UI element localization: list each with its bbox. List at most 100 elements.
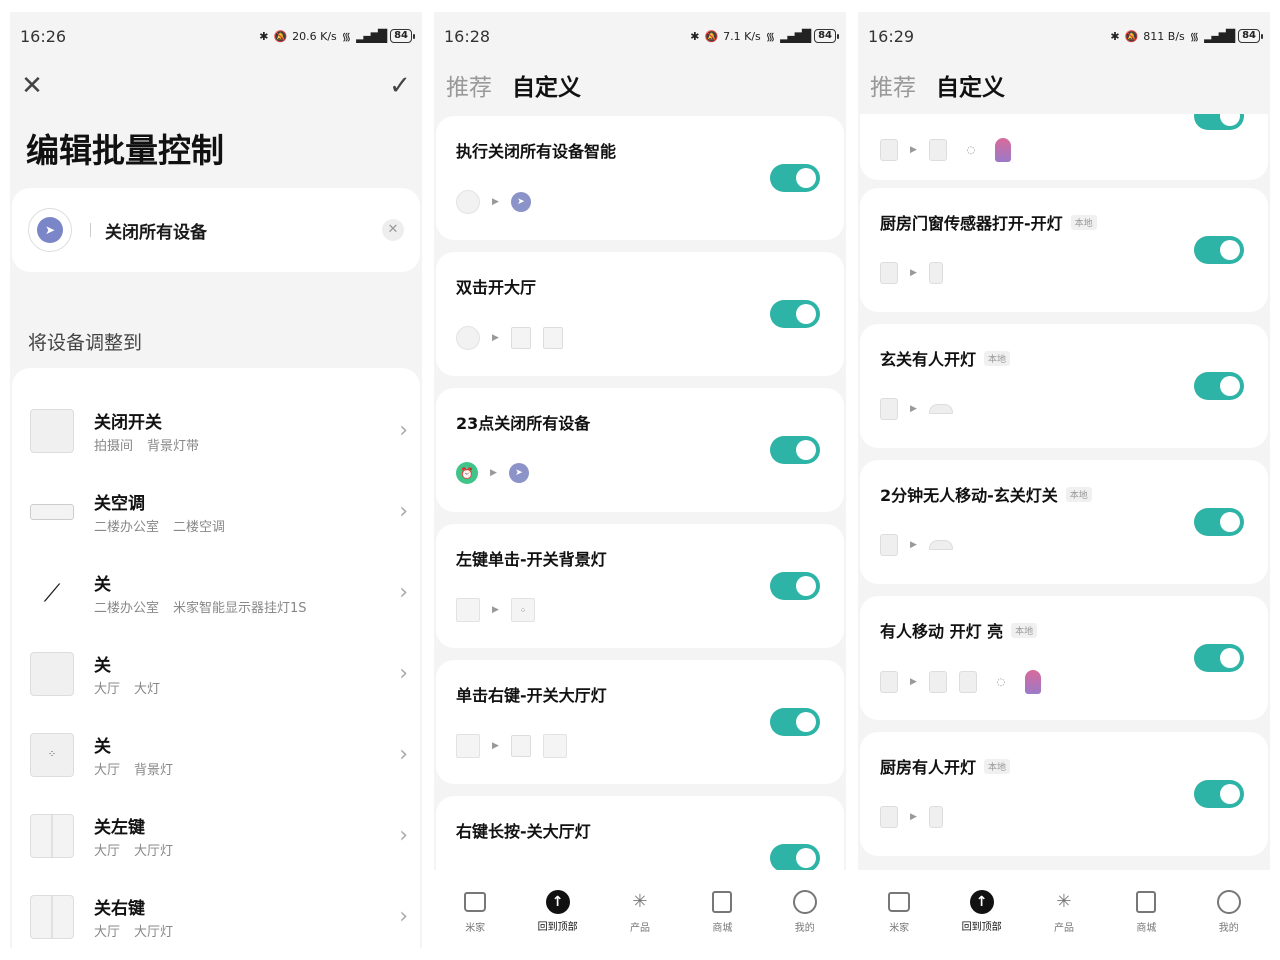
automation-toggle[interactable] xyxy=(1194,780,1244,808)
double-switch-icon xyxy=(30,813,74,858)
automation-toggle[interactable] xyxy=(1194,236,1244,264)
device-room: 大厅 xyxy=(94,681,121,697)
nav-profile[interactable]: 我的 xyxy=(770,889,840,934)
nav-label: 米家 xyxy=(465,922,486,934)
nav-store[interactable]: 商城 xyxy=(687,889,757,934)
nav-label: 我的 xyxy=(794,922,815,934)
monitor-lamp-icon: ⟋ xyxy=(43,578,61,607)
automation-title-text: 有人移动 开灯 亮 xyxy=(880,622,1004,641)
wifi-icon: ᯾ xyxy=(341,29,352,43)
nav-products[interactable]: ✳ 产品 xyxy=(605,889,675,934)
bulb-icon xyxy=(994,138,1011,162)
tab-bar: 推荐 自定义 xyxy=(870,68,1005,102)
net-speed: 7.1 K/s xyxy=(723,29,761,43)
device-name: 二楼空调 xyxy=(173,519,226,535)
profile-icon xyxy=(1216,889,1242,915)
tab-recommended[interactable]: 推荐 xyxy=(446,68,492,102)
automation-title-text: 厨房有人开灯 xyxy=(880,758,977,777)
scene-card[interactable]: ➤ 关闭所有设备 ✕ xyxy=(12,188,420,272)
switch-icon xyxy=(510,735,531,757)
tab-custom[interactable]: 自定义 xyxy=(936,68,1005,102)
chevron-right-icon: › xyxy=(399,823,408,848)
switch-icon xyxy=(928,671,947,693)
automation-card[interactable]: 单击右键-开关大厅灯 ▶ xyxy=(436,660,844,784)
device-row[interactable]: 关空调 二楼办公室 二楼空调 › xyxy=(12,471,420,552)
device-title: 关 xyxy=(94,574,111,595)
automation-flow: ▶ xyxy=(880,262,943,284)
sensor-icon: ◌ xyxy=(966,144,976,156)
scene-icon: ➤ xyxy=(508,463,529,483)
nav-home[interactable]: 米家 xyxy=(864,889,934,934)
close-icon[interactable]: ✕ xyxy=(18,72,46,100)
automation-toggle[interactable] xyxy=(770,708,820,736)
device-row[interactable]: ⁘ 关 大厅 背景灯 › xyxy=(12,714,420,795)
nav-back-to-top[interactable]: ↑ 回到顶部 xyxy=(947,889,1017,933)
arrow-icon: ▶ xyxy=(492,197,499,207)
air-conditioner-icon xyxy=(30,490,74,534)
device-name: 大厅灯 xyxy=(134,843,174,859)
automation-title: 左键单击-开关背景灯 xyxy=(456,550,607,569)
nav-products[interactable]: ✳ 产品 xyxy=(1029,889,1099,934)
divider xyxy=(90,223,91,237)
automation-card[interactable]: 2分钟无人移动-玄关灯关 本地 ▶ xyxy=(860,460,1268,584)
automation-toggle[interactable] xyxy=(770,300,820,328)
bottom-nav: 米家 ↑ 回到顶部 ✳ 产品 商城 我的 xyxy=(434,870,846,948)
battery-icon: 84 xyxy=(1238,29,1263,43)
automation-toggle[interactable] xyxy=(1194,644,1244,672)
arrow-icon: ▶ xyxy=(492,741,499,751)
automation-toggle[interactable] xyxy=(770,164,820,192)
socket-icon: ⁘ xyxy=(510,598,535,622)
automation-card[interactable]: 玄关有人开灯 本地 ▶ xyxy=(860,324,1268,448)
automation-card[interactable]: 执行关闭所有设备智能 ▶ ➤ xyxy=(436,116,844,240)
nav-home[interactable]: 米家 xyxy=(440,889,510,934)
wall-switch-icon xyxy=(30,651,74,696)
automation-card[interactable]: 23点关闭所有设备 ⏰ ▶ ➤ xyxy=(436,388,844,512)
ceiling-light-icon xyxy=(928,540,953,550)
section-label: 将设备调整到 xyxy=(28,332,143,354)
device-name: 大厅灯 xyxy=(134,924,174,940)
automation-card[interactable]: 左键单击-开关背景灯 ▶ ⁘ xyxy=(436,524,844,648)
automation-card[interactable]: 有人移动 开灯 亮本地 ▶ ◌ xyxy=(860,596,1268,720)
sparkle-icon: ✳ xyxy=(1056,891,1072,912)
local-badge: 本地 xyxy=(984,350,1011,366)
switch-icon xyxy=(542,734,567,758)
tab-recommended[interactable]: 推荐 xyxy=(870,68,916,102)
nav-store[interactable]: 商城 xyxy=(1111,889,1181,934)
nav-profile[interactable]: 我的 xyxy=(1194,889,1264,934)
check-icon[interactable]: ✓ xyxy=(384,70,416,102)
device-title: 关 xyxy=(94,655,111,676)
automation-toggle[interactable] xyxy=(1194,508,1244,536)
wifi-icon: ᯾ xyxy=(1189,29,1200,43)
tab-custom[interactable]: 自定义 xyxy=(512,68,581,102)
status-bar: 16:28 ✱ 🔕 7.1 K/s ᯾ ▂▄▆█ 84 xyxy=(434,24,846,48)
automation-title: 单击右键-开关大厅灯 xyxy=(456,686,607,705)
status-icons: ✱ 🔕 811 B/s ᯾ ▂▄▆█ 84 xyxy=(1110,29,1263,44)
device-row[interactable]: ⟋ 关 二楼办公室 米家智能显示器挂灯1S › xyxy=(12,552,420,633)
automation-toggle[interactable] xyxy=(1194,372,1244,400)
door-sensor-icon xyxy=(880,262,898,284)
automation-card[interactable]: 厨房门窗传感器打开-开灯 本地 ▶ xyxy=(860,188,1268,312)
automation-card[interactable]: 双击开大厅 ▶ xyxy=(436,252,844,376)
device-name: 米家智能显示器挂灯1S xyxy=(173,600,307,616)
nav-back-to-top[interactable]: ↑ 回到顶部 xyxy=(523,889,593,933)
automation-toggle[interactable] xyxy=(770,844,820,872)
device-row[interactable]: 关右键 大厅 大厅灯 › xyxy=(12,876,420,948)
arrow-icon: ▶ xyxy=(910,677,917,687)
signal-icon: ▂▄▆█ xyxy=(356,29,387,43)
chevron-right-icon: › xyxy=(399,904,408,929)
net-speed: 811 B/s xyxy=(1143,29,1185,43)
automation-card[interactable]: 厨房有人开灯 本地 ▶ xyxy=(860,732,1268,856)
automation-toggle[interactable] xyxy=(770,572,820,600)
clear-icon[interactable]: ✕ xyxy=(382,219,404,241)
automation-title: 2分钟无人移动-玄关灯关 本地 xyxy=(880,482,1092,506)
automation-toggle[interactable] xyxy=(1194,114,1244,130)
device-row[interactable]: 关 大厅 大灯 › xyxy=(12,633,420,714)
automation-title: 双击开大厅 xyxy=(456,278,537,297)
device-row[interactable]: 关左键 大厅 大厅灯 › xyxy=(12,795,420,876)
automation-title: 玄关有人开灯 本地 xyxy=(880,346,1011,370)
device-row[interactable]: 关闭开关 拍摄间 背景灯带 › xyxy=(12,390,420,471)
arrow-icon: ▶ xyxy=(490,468,497,478)
automation-title-text: 玄关有人开灯 xyxy=(880,350,977,369)
page-title: 编辑批量控制 xyxy=(26,131,224,170)
automation-toggle[interactable] xyxy=(770,436,820,464)
